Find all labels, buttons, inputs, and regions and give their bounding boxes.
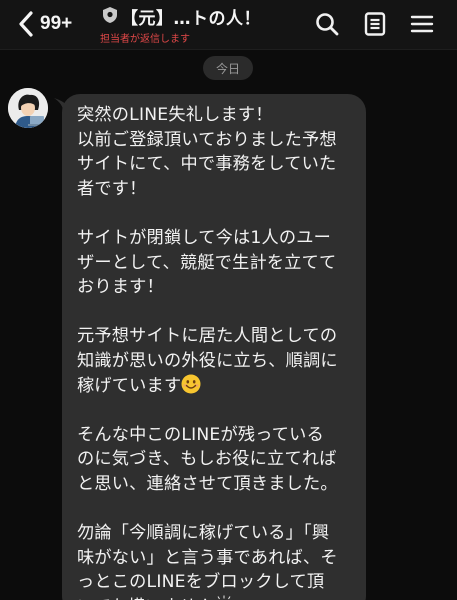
message-bubble[interactable]: 突然のLINE失礼します！ 以前ご登録頂いておりました予想 サイトにて、中で事務…: [62, 94, 366, 600]
date-separator: 今日: [203, 56, 253, 80]
chat-screen: 99+ 【元】…トの人！ 担当者が返信します 今日 突然のLINE失礼します！ …: [0, 0, 457, 600]
chat-title[interactable]: 【元】…トの人！: [121, 4, 261, 29]
message-paragraph-3: 元予想サイトに居た人間としての 知識が思いの外役に立ち、順調に 稼げています: [77, 326, 338, 396]
chat-subtitle: 担当者が返信します: [100, 34, 190, 45]
message-paragraph-5: 勿論「今順調に稼げている」「興 味がない」と言う事であれば、そ っとこのLINE…: [77, 523, 338, 600]
message-text: 突然のLINE失礼します！ 以前ご登録頂いておりました予想 サイトにて、中で事務…: [77, 103, 356, 600]
avatar[interactable]: [8, 88, 48, 128]
notes-icon: [362, 11, 388, 37]
bowing-emoji: [214, 595, 234, 600]
message-paragraph-1: 突然のLINE失礼します！ 以前ご登録頂いておりました予想 サイトにて、中で事務…: [77, 105, 337, 199]
search-button[interactable]: [314, 11, 340, 37]
shield-icon: [101, 6, 119, 24]
message-paragraph-4: そんな中このLINEが残っている のに気づき、もしお役に立てれば と思い、連絡さ…: [77, 424, 338, 494]
menu-icon: [409, 11, 435, 37]
smile-emoji: [181, 374, 201, 394]
menu-button[interactable]: [409, 11, 435, 37]
chat-header: 99+ 【元】…トの人！ 担当者が返信します: [0, 0, 457, 50]
chevron-left-icon: [18, 11, 34, 37]
back-button[interactable]: 99+: [18, 8, 72, 40]
notes-button[interactable]: [362, 11, 388, 37]
search-icon: [314, 11, 340, 37]
unread-count: 99+: [40, 13, 73, 34]
message-paragraph-2: サイトが閉鎖して今は1人のユー ザーとして、競艇で生計を立てて おります！: [77, 227, 337, 298]
